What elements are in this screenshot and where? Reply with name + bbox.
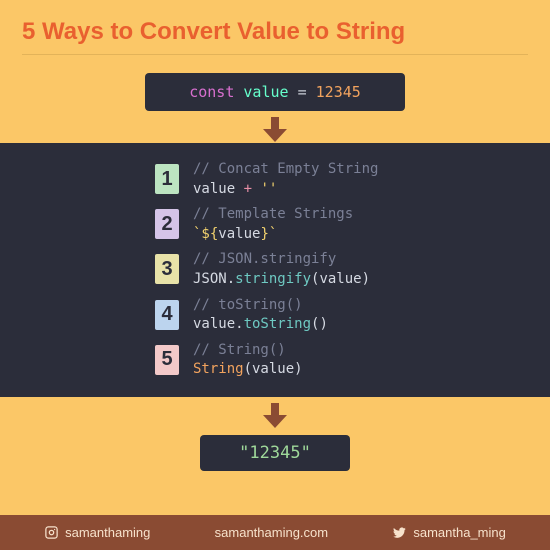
way-number-badge: 2 <box>155 209 179 239</box>
footer-instagram: samanthaming <box>44 525 150 540</box>
way-comment: // JSON.stringify <box>193 250 370 270</box>
const-equals: = <box>298 83 307 101</box>
const-variable: value <box>243 83 288 101</box>
way-item: 1 // Concat Empty Stringvalue + '' <box>0 157 550 202</box>
arrow-down-icon <box>261 117 289 143</box>
way-comment: // String() <box>193 341 303 361</box>
way-body: // Template Strings`${value}` <box>193 205 353 244</box>
way-number-badge: 1 <box>155 164 179 194</box>
way-code: `${value}` <box>193 225 353 245</box>
footer-website-text: samanthaming.com <box>215 525 328 540</box>
way-number-badge: 4 <box>155 300 179 330</box>
way-item: 4 // toString()value.toString() <box>0 293 550 338</box>
instagram-icon <box>44 525 59 540</box>
footer-website: samanthaming.com <box>215 525 328 540</box>
way-item: 3 // JSON.stringifyJSON.stringify(value) <box>0 247 550 292</box>
way-code: value + '' <box>193 180 378 200</box>
way-body: // JSON.stringifyJSON.stringify(value) <box>193 250 370 289</box>
footer-instagram-text: samanthaming <box>65 525 150 540</box>
const-declaration: const value = 12345 <box>145 73 405 111</box>
way-body: // Concat Empty Stringvalue + '' <box>193 160 378 199</box>
way-comment: // Concat Empty String <box>193 160 378 180</box>
footer-twitter-text: samantha_ming <box>413 525 506 540</box>
way-code: value.toString() <box>193 315 328 335</box>
way-code: JSON.stringify(value) <box>193 270 370 290</box>
way-item: 5 // String()String(value) <box>0 338 550 383</box>
const-keyword: const <box>189 83 234 101</box>
footer-twitter: samantha_ming <box>392 525 506 540</box>
result-box: "12345" <box>200 435 350 471</box>
way-number-badge: 5 <box>155 345 179 375</box>
code-panel: 1 // Concat Empty Stringvalue + '' 2 // Tem… <box>0 143 550 397</box>
way-comment: // toString() <box>193 296 328 316</box>
footer: samanthaming samanthaming.com samantha_m… <box>0 515 550 550</box>
const-number: 12345 <box>316 83 361 101</box>
title-divider <box>22 54 528 55</box>
page-title: 5 Ways to Convert Value to String <box>0 0 550 54</box>
way-comment: // Template Strings <box>193 205 353 225</box>
way-code: String(value) <box>193 360 303 380</box>
twitter-icon <box>392 525 407 540</box>
way-item: 2 // Template Strings`${value}` <box>0 202 550 247</box>
way-body: // String()String(value) <box>193 341 303 380</box>
way-number-badge: 3 <box>155 254 179 284</box>
way-body: // toString()value.toString() <box>193 296 328 335</box>
arrow-down-icon <box>261 403 289 429</box>
